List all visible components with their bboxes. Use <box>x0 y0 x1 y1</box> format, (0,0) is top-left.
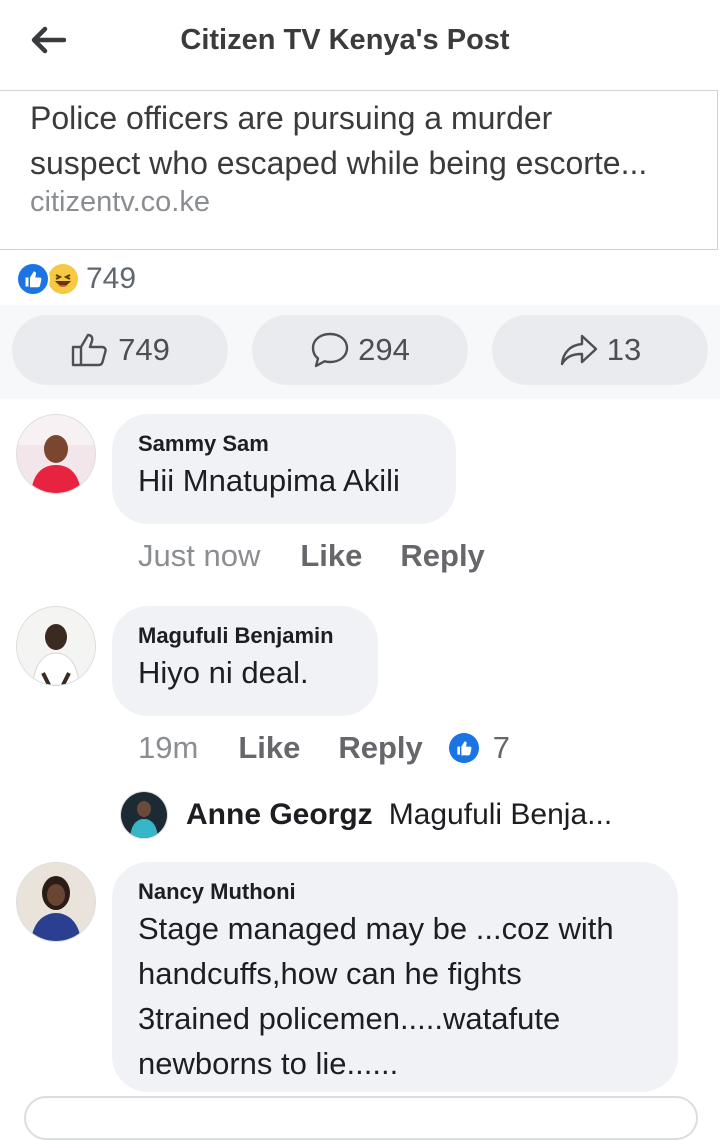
share-button[interactable]: 13 <box>492 315 708 385</box>
comment-author[interactable]: Magufuli Benjamin <box>138 622 350 650</box>
link-preview-text: Police officers are pursuing a murder su… <box>30 96 700 186</box>
avatar-photo-icon <box>17 863 95 941</box>
like-count: 749 <box>118 332 170 367</box>
page-title: Citizen TV Kenya's Post <box>180 24 510 56</box>
comment-author[interactable]: Nancy Muthoni <box>138 878 650 906</box>
comment-bubble: Sammy Sam Hii Mnatupima Akili <box>112 414 456 524</box>
header-bar: Citizen TV Kenya's Post <box>0 0 720 88</box>
reply-avatar <box>120 791 168 839</box>
reply-text: Magufuli Benja... <box>388 798 613 831</box>
comment-bubble: Nancy Muthoni Stage managed may be ...co… <box>112 862 678 1092</box>
like-button[interactable]: 749 <box>12 315 228 385</box>
avatar-photo-icon <box>17 415 95 493</box>
comment-like-button[interactable]: Like <box>300 538 362 574</box>
reply-preview[interactable]: Anne Georgz Magufuli Benja... <box>120 790 612 840</box>
like-reaction-icon <box>16 262 50 296</box>
comment-text: Hii Mnatupima Akili <box>138 463 400 498</box>
comment-button[interactable]: 294 <box>252 315 468 385</box>
avatar-photo-icon <box>121 792 167 838</box>
comment-text-line: Stage managed may be ...coz with <box>138 911 614 946</box>
haha-reaction-icon <box>46 262 80 296</box>
link-text-line2: suspect who escaped while being escorte.… <box>30 145 648 181</box>
avatar[interactable] <box>16 606 96 686</box>
thumbs-up-icon <box>71 333 107 367</box>
comment-text-line: handcuffs,how can he fights <box>138 956 522 991</box>
avatar-photo-icon <box>17 607 95 685</box>
comment-time: Just now <box>138 538 261 573</box>
share-count: 13 <box>606 332 642 367</box>
share-icon <box>560 334 597 366</box>
comment-reply-button[interactable]: Reply <box>400 538 484 574</box>
comment-reply-button[interactable]: Reply <box>338 730 422 766</box>
comment-like-count[interactable]: 7 <box>493 730 510 766</box>
comment-author[interactable]: Sammy Sam <box>138 430 428 458</box>
comment-count: 294 <box>358 332 410 367</box>
comment-icon <box>311 332 349 368</box>
avatar[interactable] <box>16 414 96 494</box>
comment-like-badge-icon[interactable] <box>448 733 479 763</box>
post-actions-bar: 749 294 13 <box>0 305 720 399</box>
reactions-count: 749 <box>86 262 137 295</box>
reply-author: Anne Georgz <box>186 798 373 831</box>
comment-text-line: 3trained policemen.....watafute <box>138 1001 561 1036</box>
avatar[interactable] <box>16 862 96 942</box>
reactions-summary[interactable]: 749 <box>16 258 136 300</box>
comment-bubble: Magufuli Benjamin Hiyo ni deal. <box>112 606 378 716</box>
comment-meta: Just now Like Reply <box>138 538 523 574</box>
link-domain: citizentv.co.ke <box>30 186 210 218</box>
link-text-line1: Police officers are pursuing a murder <box>30 100 553 136</box>
comment-time: 19m <box>138 730 199 765</box>
comment-text-line: newborns to lie...... <box>138 1046 399 1081</box>
comment-text: Hiyo ni deal. <box>138 655 309 690</box>
comment-meta: 19m Like Reply 7 <box>138 730 510 766</box>
link-preview-card[interactable]: Police officers are pursuing a murder su… <box>0 90 718 250</box>
comment-like-button[interactable]: Like <box>238 730 300 766</box>
comment-composer-input[interactable] <box>24 1096 698 1140</box>
